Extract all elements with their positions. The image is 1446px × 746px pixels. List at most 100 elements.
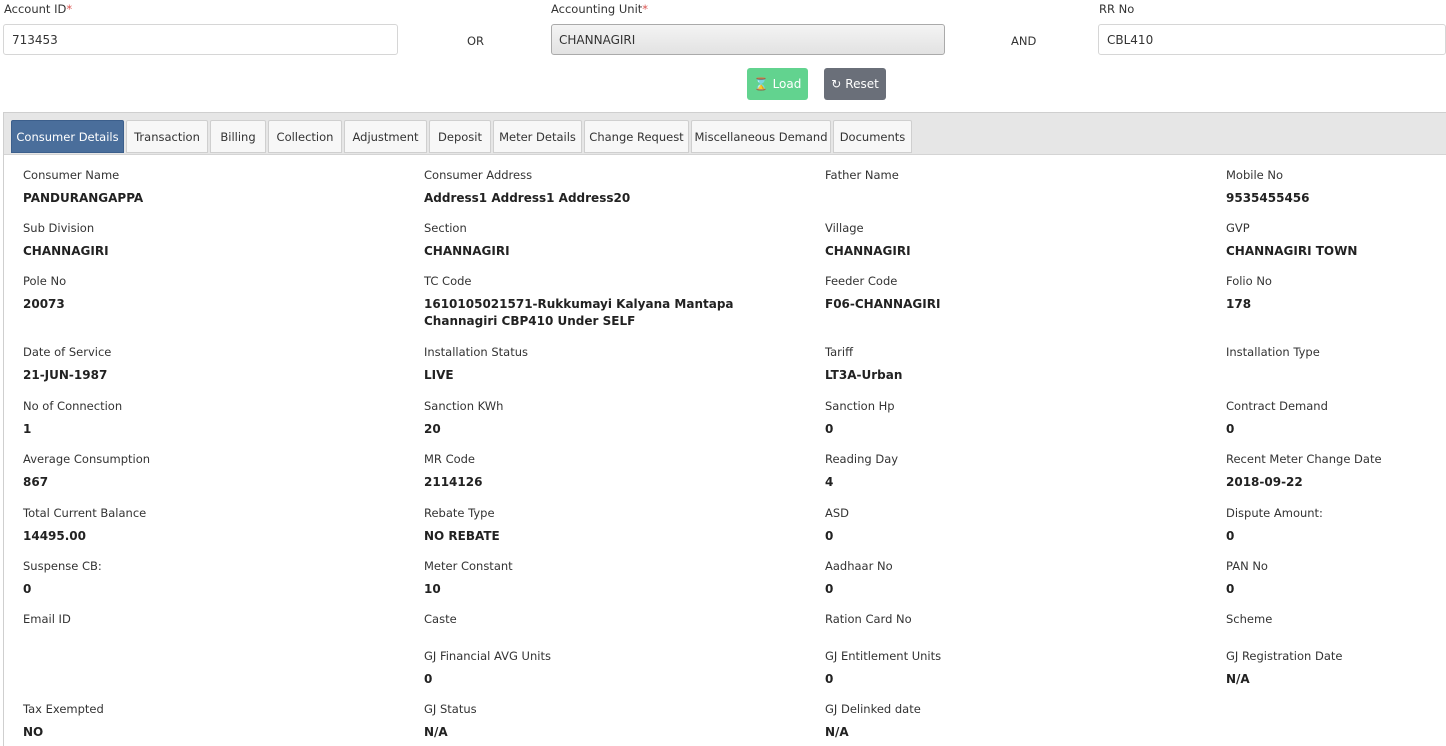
detail-label: Date of Service [23,345,112,359]
detail-label: GJ Delinked date [825,702,921,716]
detail-label: Installation Type [1226,345,1320,359]
reset-button[interactable]: ↻ Reset [824,68,886,100]
detail-label: Aadhaar No [825,559,893,573]
detail-value: CHANNAGIRI [424,244,510,258]
detail-value: N/A [424,725,448,739]
tab-transaction[interactable]: Transaction [126,120,208,153]
detail-label: ASD [825,506,850,520]
account-id-label: Account ID* [4,2,72,16]
detail-label: Folio No [1226,274,1272,288]
detail-value: LIVE [424,368,454,382]
detail-value: 0 [424,672,433,686]
detail-label: Consumer Name [23,168,120,182]
detail-label: GVP [1226,221,1250,235]
detail-label: Recent Meter Change Date [1226,452,1382,466]
detail-label: Father Name [825,168,899,182]
detail-label: Pole No [23,274,67,288]
spinner-icon: ⌛ [753,77,769,91]
detail-label: TC Code [424,274,472,288]
detail-label: Meter Constant [424,559,513,573]
required-mark: * [66,2,73,16]
detail-value: CHANNAGIRI TOWN [1226,244,1358,258]
detail-label: MR Code [424,452,476,466]
detail-label: Consumer Address [424,168,533,182]
detail-value: CHANNAGIRI [825,244,911,258]
detail-label: Installation Status [424,345,528,359]
tab-bar: Consumer Details Transaction Billing Col… [4,113,1446,155]
or-text: OR [467,34,485,48]
detail-value: 9535455456 [1226,191,1310,205]
detail-label: Total Current Balance [23,506,147,520]
detail-label: Dispute Amount: [1226,506,1323,520]
detail-value: 178 [1226,297,1252,311]
tab-deposit[interactable]: Deposit [429,120,491,153]
detail-label: Sanction KWh [424,399,504,413]
detail-label: Average Consumption [23,452,151,466]
account-id-input[interactable] [3,24,398,55]
tab-billing[interactable]: Billing [210,120,266,153]
detail-label: Rebate Type [424,506,495,520]
detail-label: PAN No [1226,559,1268,573]
required-mark: * [642,2,649,16]
detail-value: 0 [1226,529,1235,543]
detail-value: 0 [825,529,834,543]
account-id-label-text: Account ID [4,2,67,16]
detail-label: Sanction Hp [825,399,895,413]
tab-collection[interactable]: Collection [268,120,342,153]
detail-value: Address1 Address1 Address20 [424,191,631,205]
detail-label: Reading Day [825,452,899,466]
detail-value: 0 [825,672,834,686]
detail-label: Suspense CB: [23,559,102,573]
tab-documents[interactable]: Documents [833,120,912,153]
detail-value: 867 [23,475,49,489]
detail-value: 0 [1226,422,1235,436]
detail-label: Tariff [825,345,854,359]
accounting-unit-label: Accounting Unit* [551,2,648,16]
tab-adjustment[interactable]: Adjustment [344,120,427,153]
detail-value: N/A [825,725,849,739]
accounting-unit-select[interactable]: CHANNAGIRI [551,24,945,55]
tab-miscellaneous-demand[interactable]: Miscellaneous Demand [691,120,831,153]
rr-no-label: RR No [1099,2,1135,16]
detail-value: NO [23,725,44,739]
detail-label: Ration Card No [825,612,912,626]
detail-value: 14495.00 [23,529,87,543]
detail-label: Village [825,221,864,235]
detail-label: GJ Registration Date [1226,649,1343,663]
accounting-unit-label-text: Accounting Unit [551,2,643,16]
detail-label: GJ Status [424,702,477,716]
detail-value: 2018-09-22 [1226,475,1303,489]
detail-value: N/A [1226,672,1250,686]
reset-button-label: Reset [845,77,879,91]
rr-no-input[interactable] [1098,24,1446,55]
detail-value: 21-JUN-1987 [23,368,108,382]
detail-value: 0 [825,422,834,436]
tab-change-request[interactable]: Change Request [584,120,689,153]
detail-label: Section [424,221,467,235]
detail-label: Tax Exempted [23,702,104,716]
detail-label: Email ID [23,612,71,626]
detail-label: Scheme [1226,612,1273,626]
detail-value: 20073 [23,297,65,311]
load-button-label: Load [772,77,802,91]
tab-consumer-details[interactable]: Consumer Details [11,120,124,153]
detail-value: LT3A-Urban [825,368,903,382]
detail-label: Sub Division [23,221,95,235]
detail-value: CHANNAGIRI [23,244,109,258]
detail-value: NO REBATE [424,529,500,543]
detail-value: 2114126 [424,475,483,489]
tab-meter-details[interactable]: Meter Details [493,120,582,153]
detail-value: 1610105021571-Rukkumayi Kalyana Mantapa … [424,297,734,328]
detail-label: GJ Entitlement Units [825,649,942,663]
detail-label: GJ Financial AVG Units [424,649,551,663]
load-button[interactable]: ⌛ Load [747,68,808,100]
detail-label: Caste [424,612,457,626]
detail-label: Contract Demand [1226,399,1328,413]
detail-value: 1 [23,422,32,436]
detail-label: Feeder Code [825,274,898,288]
refresh-icon: ↻ [831,77,842,91]
detail-label: No of Connection [23,399,123,413]
detail-value: PANDURANGAPPA [23,191,144,205]
accounting-unit-value: CHANNAGIRI [559,32,636,47]
detail-value: 20 [424,422,441,436]
